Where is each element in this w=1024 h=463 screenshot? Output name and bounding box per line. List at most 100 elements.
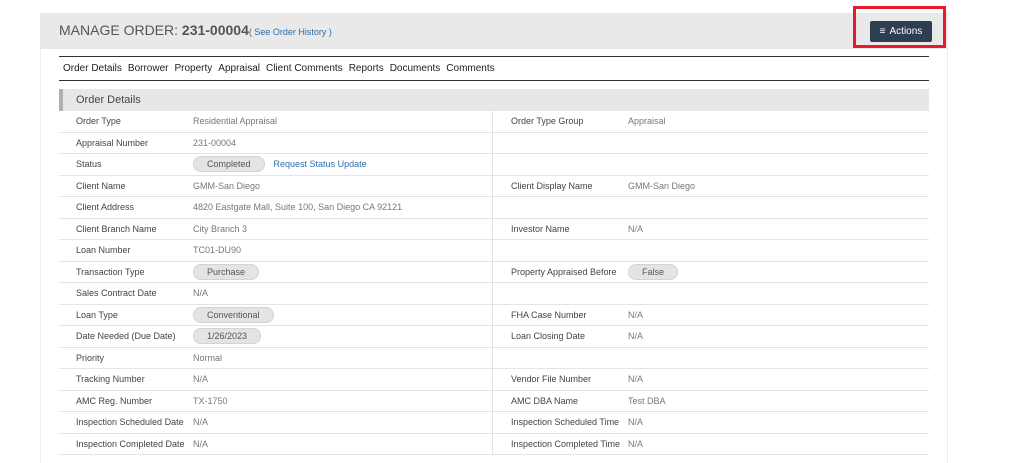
field-label: Client Name bbox=[59, 175, 193, 197]
field-label bbox=[492, 282, 628, 305]
order-tabs: Order Details Borrower Property Appraisa… bbox=[63, 63, 501, 77]
field-label: Client Address bbox=[59, 196, 193, 219]
transaction-type-badge: Purchase bbox=[193, 263, 260, 280]
field-label: Transaction Type bbox=[59, 261, 193, 283]
field-label bbox=[492, 196, 628, 219]
appraised-before-badge: False bbox=[628, 263, 679, 280]
table-row: Tracking Number N/A Vendor File Number N… bbox=[59, 368, 929, 391]
field-label: Order Type bbox=[59, 111, 193, 133]
tab-documents[interactable]: Documents bbox=[390, 63, 441, 77]
status-badge: Completed bbox=[193, 156, 265, 173]
field-value: Conventional bbox=[193, 304, 493, 326]
page-title-prefix: MANAGE ORDER: bbox=[59, 22, 182, 38]
field-value: Appraisal bbox=[628, 111, 929, 133]
field-value: N/A bbox=[193, 411, 493, 434]
field-label: Tracking Number bbox=[59, 368, 193, 391]
field-value: Completed Request Status Update bbox=[193, 153, 493, 176]
field-value: GMM-San Diego bbox=[193, 175, 493, 197]
field-value: N/A bbox=[193, 368, 493, 391]
field-label: Property Appraised Before bbox=[492, 261, 628, 283]
field-label bbox=[492, 239, 628, 262]
field-label: Sales Contract Date bbox=[59, 282, 193, 305]
section-accent-bar bbox=[59, 89, 63, 111]
field-value: GMM-San Diego bbox=[628, 175, 929, 197]
field-label: Client Display Name bbox=[492, 175, 628, 197]
field-value: 4820 Eastgate Mall, Suite 100, San Diego… bbox=[193, 196, 493, 219]
table-row: Inspection Scheduled Date N/A Inspection… bbox=[59, 411, 929, 434]
field-label: Client Branch Name bbox=[59, 218, 193, 240]
field-label: Investor Name bbox=[492, 218, 628, 240]
field-value bbox=[628, 153, 929, 176]
field-label: Priority bbox=[59, 347, 193, 369]
tabs-divider-top bbox=[59, 56, 929, 57]
field-label bbox=[492, 153, 628, 176]
field-value: TX-1750 bbox=[193, 390, 493, 412]
table-row: Appraisal Number 231-00004 bbox=[59, 132, 929, 154]
order-details-section-header: Order Details bbox=[59, 89, 929, 111]
field-value: N/A bbox=[628, 411, 929, 434]
table-row: Priority Normal bbox=[59, 347, 929, 369]
see-order-history-link[interactable]: See Order History bbox=[254, 27, 326, 37]
field-value bbox=[628, 196, 929, 219]
tab-borrower[interactable]: Borrower bbox=[128, 63, 169, 77]
field-label: Inspection Completed Time bbox=[492, 433, 628, 455]
tab-property[interactable]: Property bbox=[174, 63, 212, 77]
request-status-update-link[interactable]: Request Status Update bbox=[274, 159, 367, 169]
field-value: N/A bbox=[193, 282, 493, 305]
field-label: Inspection Completed Date bbox=[59, 433, 193, 455]
field-value: 1/26/2023 bbox=[193, 325, 493, 348]
field-value: TC01-DU90 bbox=[193, 239, 493, 262]
field-label: Inspection Scheduled Date bbox=[59, 411, 193, 434]
page-border-left bbox=[40, 49, 41, 463]
field-value: 231-00004 bbox=[193, 132, 493, 154]
actions-button[interactable]: ≡ Actions bbox=[870, 21, 932, 42]
field-value: N/A bbox=[193, 433, 493, 455]
field-label: Date Needed (Due Date) bbox=[59, 325, 193, 348]
field-label: Loan Type bbox=[59, 304, 193, 326]
field-value: N/A bbox=[628, 433, 929, 455]
tab-appraisal[interactable]: Appraisal bbox=[218, 63, 260, 77]
table-row: AMC Reg. Number TX-1750 AMC DBA Name Tes… bbox=[59, 390, 929, 412]
history-close-paren: ) bbox=[326, 27, 332, 37]
field-value bbox=[628, 347, 929, 369]
table-row: Sales Contract Date N/A bbox=[59, 282, 929, 305]
field-label bbox=[492, 132, 628, 154]
table-row: Inspection Completed Date N/A Inspection… bbox=[59, 433, 929, 455]
field-label: Loan Number bbox=[59, 239, 193, 262]
order-number: 231-00004 bbox=[181, 22, 249, 38]
field-value: N/A bbox=[628, 304, 929, 326]
order-history: ( See Order History ) bbox=[249, 27, 332, 37]
table-row: Loan Type Conventional FHA Case Number N… bbox=[59, 304, 929, 326]
field-label: AMC Reg. Number bbox=[59, 390, 193, 412]
field-value bbox=[628, 282, 929, 305]
table-row: Loan Number TC01-DU90 bbox=[59, 239, 929, 262]
field-label: FHA Case Number bbox=[492, 304, 628, 326]
order-header-bar: MANAGE ORDER: 231-00004( See Order Histo… bbox=[40, 13, 948, 49]
tab-reports[interactable]: Reports bbox=[349, 63, 384, 77]
field-value: Test DBA bbox=[628, 390, 929, 412]
field-label: Order Type Group bbox=[492, 111, 628, 133]
table-row: Order Type Residential Appraisal Order T… bbox=[59, 111, 929, 133]
tabs-divider-bottom bbox=[59, 80, 929, 81]
field-value bbox=[628, 239, 929, 262]
field-label: Status bbox=[59, 153, 193, 176]
hamburger-menu-icon: ≡ bbox=[879, 26, 886, 37]
table-row: Client Address 4820 Eastgate Mall, Suite… bbox=[59, 196, 929, 219]
tab-client-comments[interactable]: Client Comments bbox=[266, 63, 343, 77]
field-label: AMC DBA Name bbox=[492, 390, 628, 412]
table-row: Client Branch Name City Branch 3 Investo… bbox=[59, 218, 929, 240]
page-border-right bbox=[947, 49, 948, 463]
table-row: Client Name GMM-San Diego Client Display… bbox=[59, 175, 929, 197]
tab-order-details[interactable]: Order Details bbox=[63, 63, 122, 77]
field-value: Normal bbox=[193, 347, 493, 369]
field-value: False bbox=[628, 261, 929, 283]
table-row: Transaction Type Purchase Property Appra… bbox=[59, 261, 929, 283]
due-date-badge: 1/26/2023 bbox=[193, 328, 262, 345]
loan-type-badge: Conventional bbox=[193, 306, 274, 323]
actions-label: Actions bbox=[889, 26, 923, 37]
field-label: Appraisal Number bbox=[59, 132, 193, 154]
section-title: Order Details bbox=[76, 94, 141, 106]
field-label: Inspection Scheduled Time bbox=[492, 411, 628, 434]
tab-comments[interactable]: Comments bbox=[446, 63, 494, 77]
table-row: Status Completed Request Status Update bbox=[59, 153, 929, 176]
